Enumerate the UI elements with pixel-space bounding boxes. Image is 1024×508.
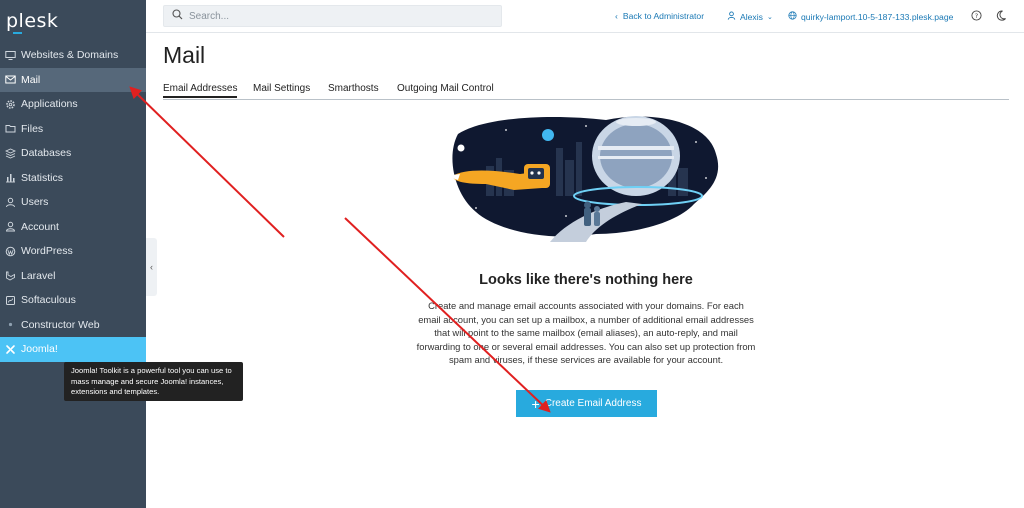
sidebar-item-label: Laravel xyxy=(21,269,56,282)
wordpress-icon xyxy=(5,246,16,257)
sidebar-item-label: Mail xyxy=(21,73,41,86)
tab-mail-settings[interactable]: Mail Settings xyxy=(253,83,310,94)
plus-icon: + xyxy=(531,395,540,412)
sidebar-item-label: Statistics xyxy=(21,171,64,184)
chevron-down-icon: ⌄ xyxy=(766,13,773,21)
sidebar-item-label: Applications xyxy=(21,98,78,111)
help-icon: ? xyxy=(971,10,982,23)
moon-icon xyxy=(996,10,1006,23)
logo-text: plesk xyxy=(6,10,59,32)
tab-bar: Email Addresses Mail Settings Smarthosts… xyxy=(163,82,1009,100)
sidebar-item-joomla[interactable]: Joomla! xyxy=(0,337,146,362)
user-menu[interactable]: Alexis ⌄ xyxy=(727,11,773,22)
sidebar-item-label: Constructor Web xyxy=(21,318,100,331)
database-icon xyxy=(5,148,16,159)
user-icon xyxy=(727,11,736,22)
sidebar-item-users[interactable]: Users xyxy=(0,190,146,215)
sidebar-item-files[interactable]: Files xyxy=(0,117,146,142)
sidebar-item-websites-domains[interactable]: Websites & Domains xyxy=(0,43,146,68)
sidebar-item-label: Joomla! xyxy=(21,343,58,356)
tab-smarthosts[interactable]: Smarthosts xyxy=(328,83,379,94)
softaculous-icon xyxy=(5,295,16,306)
chevron-left-icon: ‹ xyxy=(150,262,153,272)
help-button[interactable]: ? xyxy=(971,10,982,23)
chart-icon xyxy=(5,172,16,183)
sidebar-item-label: Users xyxy=(21,196,49,209)
gear-icon xyxy=(5,99,16,110)
sidebar-item-databases[interactable]: Databases xyxy=(0,141,146,166)
sidebar-item-laravel[interactable]: Laravel xyxy=(0,264,146,289)
domain-name: quirky-lamport.10-5-187-133.plesk.page xyxy=(801,11,954,22)
empty-state-illustration xyxy=(446,116,719,242)
sidebar-collapse-button[interactable]: ‹ xyxy=(146,238,157,296)
search-input[interactable] xyxy=(189,10,489,22)
sidebar-item-label: Databases xyxy=(21,147,72,160)
sidebar: plesk Websites & Domains Mail Applicatio… xyxy=(0,0,146,508)
sidebar-item-mail[interactable]: Mail xyxy=(0,67,146,92)
logo-underline xyxy=(13,32,22,34)
globe-icon xyxy=(788,11,797,22)
mail-icon xyxy=(5,74,16,85)
search-icon xyxy=(172,7,183,25)
joomla-tooltip: Joomla! Toolkit is a powerful tool you c… xyxy=(64,362,243,401)
empty-state-title: Looks like there's nothing here xyxy=(479,272,693,288)
create-email-address-label: Create Email Address xyxy=(544,398,642,409)
monitor-icon xyxy=(5,50,16,61)
sidebar-item-label: Account xyxy=(21,220,59,233)
user-name: Alexis xyxy=(740,11,763,22)
annotation-arrow-mail xyxy=(129,86,285,238)
domain-selector[interactable]: quirky-lamport.10-5-187-133.plesk.page xyxy=(788,11,953,22)
search-box[interactable] xyxy=(163,5,502,27)
create-email-address-button[interactable]: + Create Email Address xyxy=(516,390,657,417)
back-to-administrator-link[interactable]: ‹ Back to Administrator xyxy=(615,11,704,21)
sidebar-item-label: Websites & Domains xyxy=(21,49,119,62)
chevron-left-icon: ‹ xyxy=(615,11,618,21)
sidebar-item-applications[interactable]: Applications xyxy=(0,92,146,117)
sidebar-item-statistics[interactable]: Statistics xyxy=(0,166,146,191)
theme-toggle-button[interactable] xyxy=(996,10,1006,23)
sidebar-item-wordpress[interactable]: WordPress xyxy=(0,239,146,264)
sidebar-item-label: Softaculous xyxy=(21,294,76,307)
folder-icon xyxy=(5,123,16,134)
account-icon xyxy=(5,221,16,232)
sidebar-item-label: WordPress xyxy=(21,245,73,258)
page-title: Mail xyxy=(163,42,206,68)
sidebar-item-constructor-web[interactable]: Constructor Web xyxy=(0,313,146,338)
empty-state-description: Create and manage email accounts associa… xyxy=(416,300,756,366)
sidebar-item-softaculous[interactable]: Softaculous xyxy=(0,288,146,313)
user-icon xyxy=(5,197,16,208)
sidebar-item-account[interactable]: Account xyxy=(0,215,146,240)
svg-text:?: ? xyxy=(975,12,978,20)
joomla-icon xyxy=(5,344,16,355)
tab-outgoing-mail-control[interactable]: Outgoing Mail Control xyxy=(397,83,494,94)
plesk-logo[interactable]: plesk xyxy=(6,8,58,34)
sidebar-nav: Websites & Domains Mail Applications Fil… xyxy=(0,43,146,362)
back-label: Back to Administrator xyxy=(622,11,705,21)
tab-email-addresses[interactable]: Email Addresses xyxy=(163,83,238,98)
laravel-icon xyxy=(5,270,16,281)
sidebar-item-label: Files xyxy=(21,122,44,135)
constructor-icon xyxy=(5,319,16,330)
